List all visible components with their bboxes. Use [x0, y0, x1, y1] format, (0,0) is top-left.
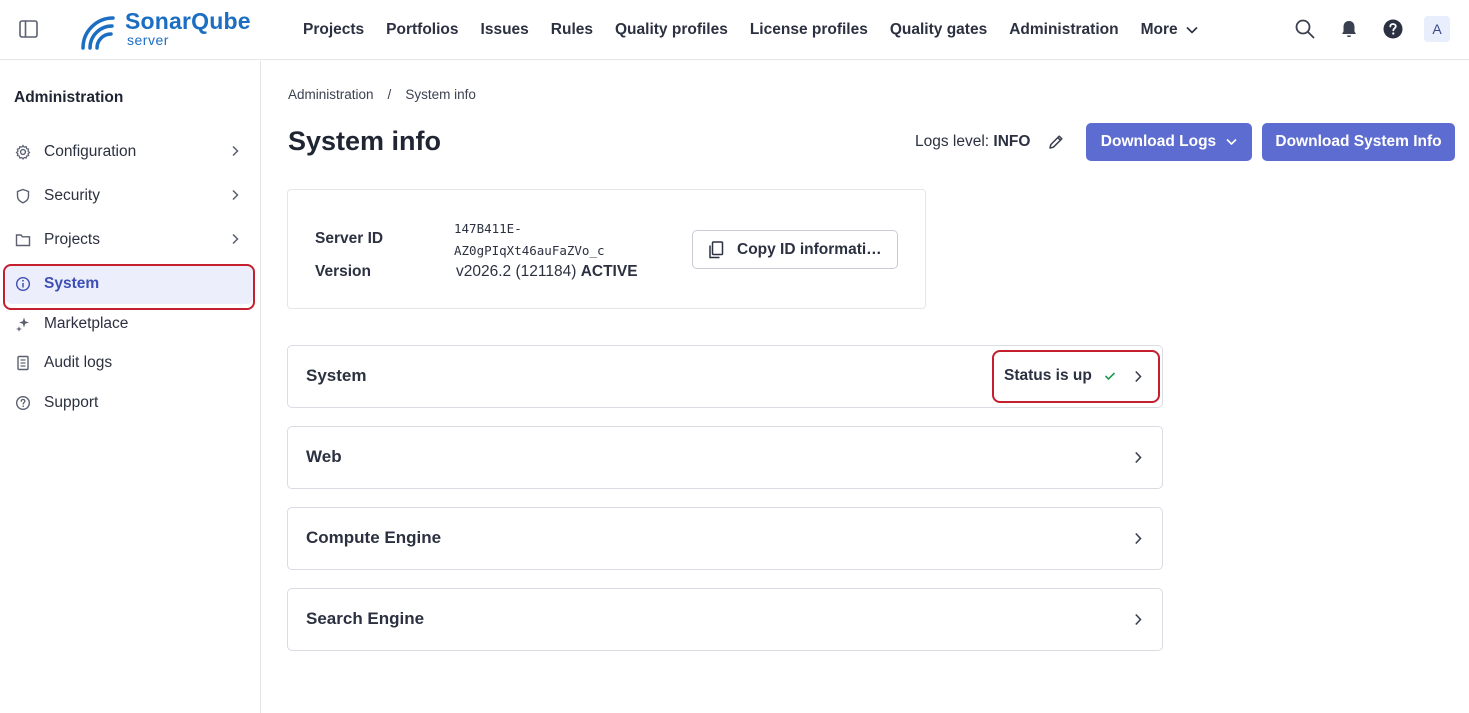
logs-level-value: INFO: [993, 133, 1031, 150]
sidebar-item-label: Support: [44, 394, 99, 411]
sidebar-item-label: Audit logs: [44, 354, 113, 371]
shield-icon: [14, 187, 32, 205]
download-logs-label: Download Logs: [1100, 133, 1217, 150]
copy-id-label: Copy ID informati…: [737, 240, 882, 258]
nav-rules[interactable]: Rules: [540, 21, 604, 39]
section-search-engine[interactable]: Search Engine: [287, 588, 1163, 651]
sidebar-item-label: Security: [44, 187, 100, 204]
copy-icon: [709, 240, 724, 258]
breadcrumb: Administration / System info: [288, 87, 476, 102]
chevron-right-icon: [1135, 613, 1142, 626]
nav-more-label: More: [1140, 21, 1178, 38]
version-number: v2026.2 (121184): [456, 263, 577, 280]
page-title: System info: [288, 126, 442, 156]
avatar[interactable]: A: [1424, 16, 1450, 42]
document-icon: [14, 354, 32, 372]
logs-level: Logs level: INFO: [915, 133, 1030, 151]
breadcrumb-administration[interactable]: Administration: [288, 87, 374, 102]
gear-icon: [14, 143, 32, 161]
sidebar-item-label: Marketplace: [44, 315, 129, 332]
sidebar-item-audit-logs[interactable]: Audit logs: [6, 343, 253, 383]
section-title: Web: [306, 447, 342, 466]
sonar-waves-icon: [81, 16, 115, 50]
highlight-sidebar-system: [3, 264, 255, 310]
logo-subtext: server: [127, 32, 169, 48]
server-id-value-line1: 147B411E-: [454, 221, 522, 236]
server-id-label: Server ID: [315, 230, 384, 247]
section-web[interactable]: Web: [287, 426, 1163, 489]
nav-more[interactable]: More: [1130, 21, 1209, 39]
sidebar-title: Administration: [14, 89, 124, 106]
breadcrumb-separator: /: [387, 87, 392, 102]
logo-text: SonarQube: [125, 8, 251, 34]
server-id-value-line2: AZ0gPIqXt46auFaZVo_c: [454, 243, 605, 258]
top-navbar: SonarQube server Projects Portfolios Iss…: [0, 0, 1469, 60]
sidebar-item-marketplace[interactable]: Marketplace: [6, 304, 253, 344]
main-nav: Projects Portfolios Issues Rules Quality…: [292, 0, 1209, 60]
bell-icon[interactable]: [1338, 18, 1360, 40]
nav-portfolios[interactable]: Portfolios: [375, 21, 469, 39]
chevron-right-icon: [1135, 451, 1142, 464]
help-circle-icon: [14, 394, 32, 412]
chevron-right-icon: [1135, 532, 1142, 545]
sidebar-item-configuration[interactable]: Configuration: [6, 132, 253, 172]
chevron-right-icon: [232, 189, 239, 201]
sidebar: Administration Configuration Security Pr…: [0, 61, 261, 713]
chevron-right-icon: [232, 233, 239, 245]
sidebar-item-label: Projects: [44, 231, 100, 248]
pencil-icon[interactable]: [1047, 133, 1065, 151]
version-value: v2026.2 (121184) ACTIVE: [456, 263, 638, 281]
chevron-right-icon: [232, 145, 239, 157]
sidebar-item-label: Configuration: [44, 143, 137, 160]
download-system-info-button[interactable]: Download System Info: [1262, 123, 1455, 161]
section-title: System: [306, 366, 367, 385]
chevron-down-icon: [1186, 26, 1198, 34]
nav-quality-gates[interactable]: Quality gates: [879, 21, 998, 39]
logs-level-label: Logs level:: [915, 133, 990, 150]
sidebar-toggle-icon[interactable]: [19, 20, 38, 38]
help-icon[interactable]: [1382, 18, 1404, 40]
section-compute-engine[interactable]: Compute Engine: [287, 507, 1163, 570]
nav-license-profiles[interactable]: License profiles: [739, 21, 879, 39]
nav-quality-profiles[interactable]: Quality profiles: [604, 21, 739, 39]
sidebar-item-security[interactable]: Security: [6, 176, 253, 216]
section-title: Search Engine: [306, 609, 425, 628]
sidebar-item-support[interactable]: Support: [6, 383, 253, 423]
version-label: Version: [315, 263, 371, 280]
chevron-down-icon: [1226, 138, 1237, 146]
sparkle-icon: [14, 315, 32, 333]
sonarqube-logo[interactable]: SonarQube server: [79, 8, 259, 50]
nav-projects[interactable]: Projects: [292, 21, 375, 39]
nav-issues[interactable]: Issues: [470, 21, 540, 39]
section-title: Compute Engine: [306, 528, 442, 547]
search-icon[interactable]: [1294, 18, 1316, 40]
copy-id-button[interactable]: Copy ID informati…: [692, 230, 898, 269]
sidebar-item-projects[interactable]: Projects: [6, 220, 253, 260]
version-status: ACTIVE: [580, 263, 638, 280]
nav-administration[interactable]: Administration: [998, 21, 1129, 39]
highlight-status: [992, 350, 1160, 403]
download-logs-button[interactable]: Download Logs: [1086, 123, 1252, 161]
breadcrumb-current: System info: [405, 87, 476, 102]
folder-icon: [14, 231, 32, 249]
